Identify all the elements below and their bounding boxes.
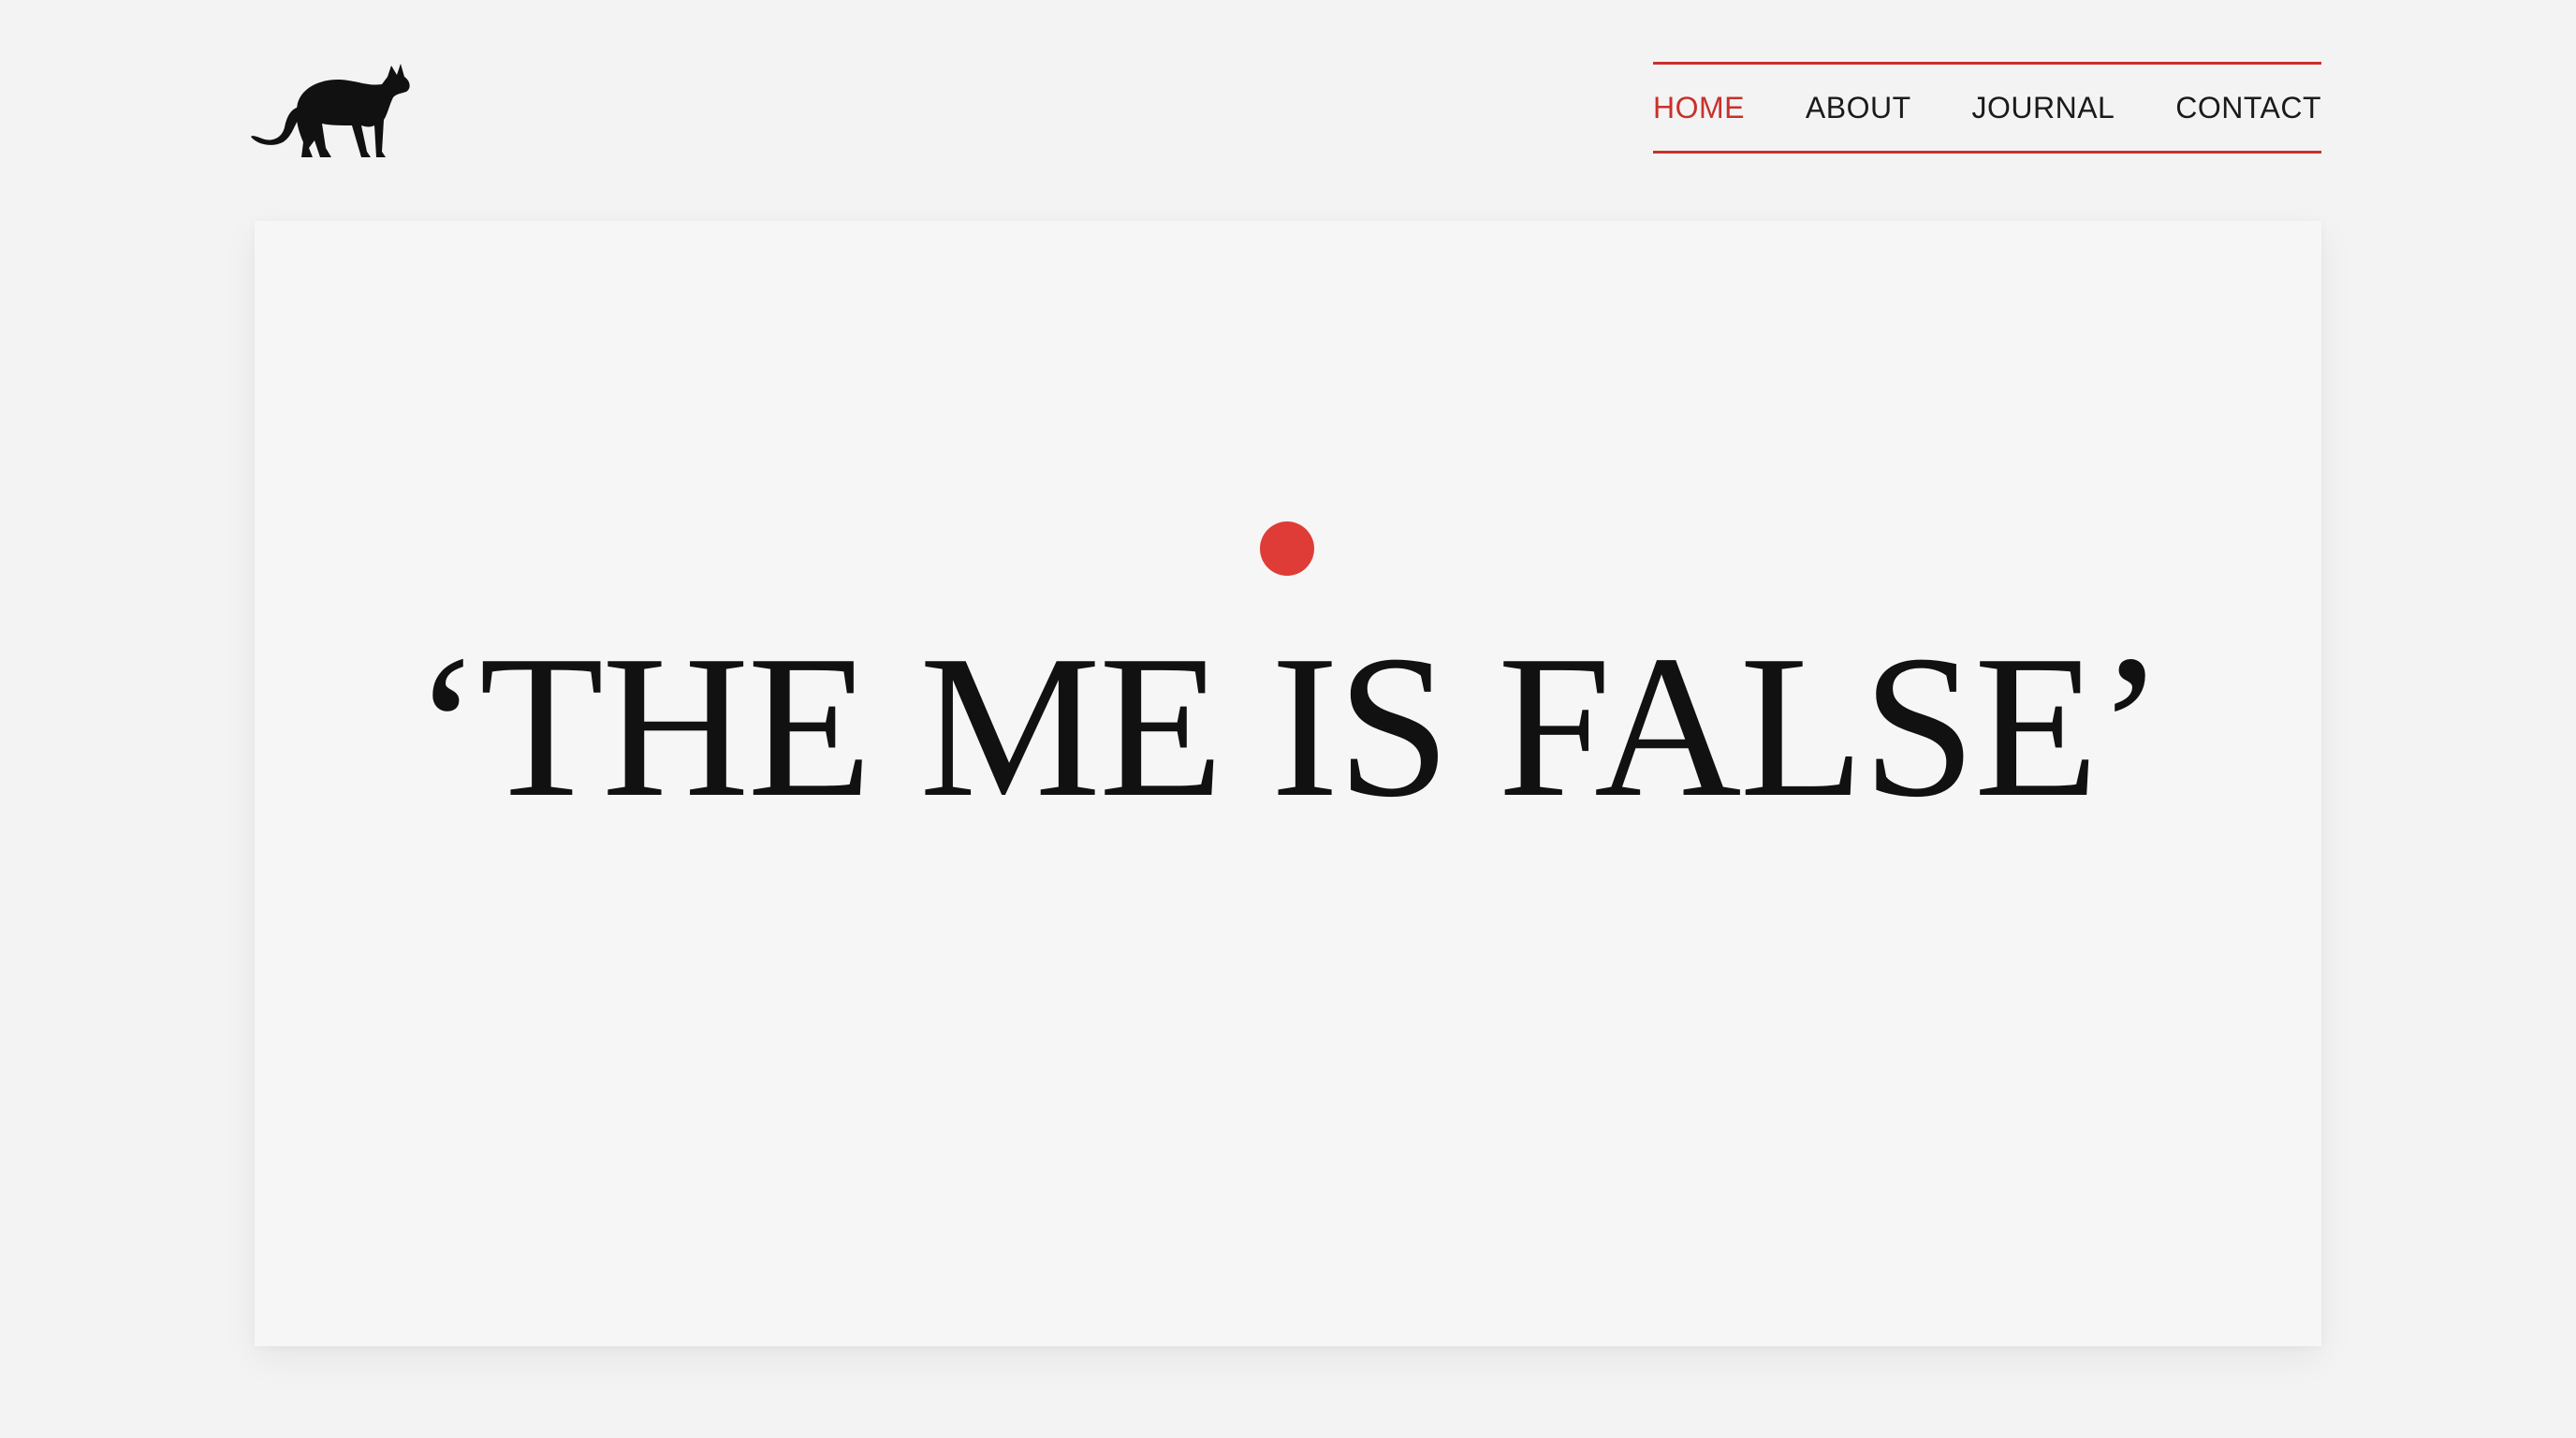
nav-item-contact[interactable]: CONTACT xyxy=(2175,91,2321,125)
nav-item-journal[interactable]: JOURNAL xyxy=(1971,91,2115,125)
hero-headline: ‘THE ME IS FALSE’ xyxy=(413,614,2164,840)
cat-logo-icon[interactable] xyxy=(251,60,412,161)
main-nav: HOME ABOUT JOURNAL CONTACT xyxy=(1653,62,2321,154)
nav-item-about[interactable]: ABOUT xyxy=(1806,91,1911,125)
red-dot-icon xyxy=(1260,521,1314,576)
nav-item-home[interactable]: HOME xyxy=(1653,91,1745,125)
site-header: HOME ABOUT JOURNAL CONTACT xyxy=(0,0,2576,187)
